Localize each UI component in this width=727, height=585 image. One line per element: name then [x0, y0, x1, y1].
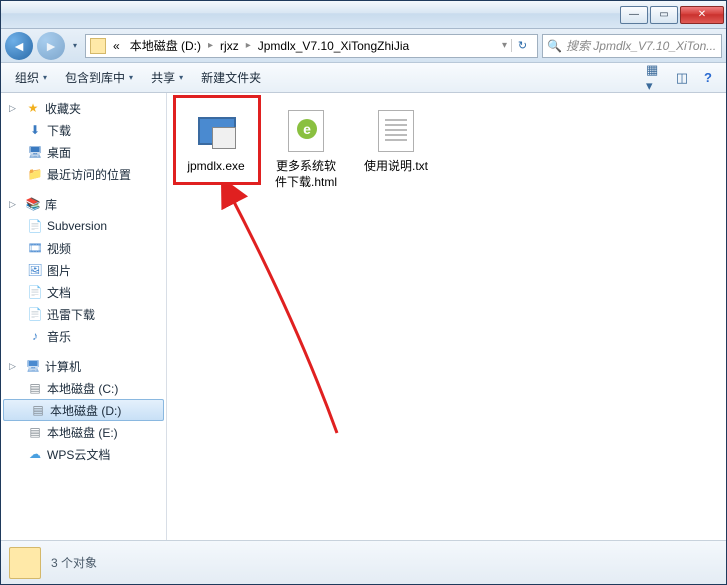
breadcrumb-seg-3[interactable]: Jpmdlx_V7.10_XiTongZhiJia — [255, 37, 412, 55]
breadcrumb-seg-1[interactable]: 本地磁盘 (D:) — [127, 35, 204, 56]
sidebar-item-favorites[interactable]: ▷★收藏夹 — [1, 97, 166, 119]
forward-button[interactable]: ► — [37, 32, 65, 60]
annotation-arrow — [207, 183, 367, 443]
file-name: 更多系统软件下载.html — [271, 159, 341, 190]
sidebar: ▷★收藏夹 ⬇下载 🖥桌面 📁最近访问的位置 ▷📚库 📄Subversion 🎞… — [1, 93, 167, 540]
preview-pane-button[interactable]: ◫ — [672, 68, 692, 88]
txt-icon — [372, 107, 420, 155]
file-item-exe[interactable]: jpmdlx.exe — [177, 103, 255, 179]
file-grid: jpmdlx.exe 更多系统软件下载.html 使用说明.txt — [177, 103, 716, 194]
explorer-window: ― ▭ ✕ ◄ ► ▾ « 本地磁盘 (D:) ▸ rjxz ▸ Jpmdlx_… — [0, 0, 727, 585]
sidebar-item-subversion[interactable]: 📄Subversion — [1, 215, 166, 237]
folder-icon — [90, 38, 106, 54]
html-icon — [282, 107, 330, 155]
content-pane[interactable]: jpmdlx.exe 更多系统软件下载.html 使用说明.txt — [167, 93, 726, 540]
include-library-menu[interactable]: 包含到库中 — [59, 67, 139, 88]
breadcrumb-seg-2[interactable]: rjxz — [217, 37, 242, 55]
sidebar-item-music[interactable]: ♪音乐 — [1, 325, 166, 347]
body-area: ▷★收藏夹 ⬇下载 🖥桌面 📁最近访问的位置 ▷📚库 📄Subversion 🎞… — [1, 93, 726, 540]
navbar: ◄ ► ▾ « 本地磁盘 (D:) ▸ rjxz ▸ Jpmdlx_V7.10_… — [1, 29, 726, 63]
sidebar-item-drive-e[interactable]: ▤本地磁盘 (E:) — [1, 421, 166, 443]
close-button[interactable]: ✕ — [680, 6, 724, 24]
file-item-txt[interactable]: 使用说明.txt — [357, 103, 435, 179]
chevron-right-icon: ▸ — [208, 40, 213, 51]
address-dropdown[interactable]: ▾ — [502, 40, 507, 51]
sidebar-item-images[interactable]: 🖼图片 — [1, 259, 166, 281]
sidebar-item-video[interactable]: 🎞视频 — [1, 237, 166, 259]
exe-icon — [192, 107, 240, 155]
folder-icon — [9, 547, 41, 579]
view-options-button[interactable]: ▦ ▾ — [646, 68, 666, 88]
back-button[interactable]: ◄ — [5, 32, 33, 60]
search-placeholder: 搜索 Jpmdlx_V7.10_XiTon... — [566, 37, 716, 54]
search-icon: 🔍 — [547, 39, 562, 53]
file-name: 使用说明.txt — [364, 159, 428, 175]
statusbar: 3 个对象 — [1, 540, 726, 584]
maximize-button[interactable]: ▭ — [650, 6, 678, 24]
address-bar[interactable]: « 本地磁盘 (D:) ▸ rjxz ▸ Jpmdlx_V7.10_XiTong… — [85, 34, 538, 58]
toolbar: 组织 包含到库中 共享 新建文件夹 ▦ ▾ ◫ ? — [1, 63, 726, 93]
sidebar-item-downloads[interactable]: ⬇下载 — [1, 119, 166, 141]
help-button[interactable]: ? — [698, 68, 718, 88]
sidebar-item-wps[interactable]: ☁WPS云文档 — [1, 443, 166, 465]
share-menu[interactable]: 共享 — [145, 67, 189, 88]
refresh-button[interactable]: ↻ — [511, 39, 533, 52]
sidebar-item-library[interactable]: ▷📚库 — [1, 193, 166, 215]
search-input[interactable]: 🔍 搜索 Jpmdlx_V7.10_XiTon... — [542, 34, 722, 58]
sidebar-item-docs[interactable]: 📄文档 — [1, 281, 166, 303]
sidebar-item-computer[interactable]: ▷🖥计算机 — [1, 355, 166, 377]
sidebar-item-drive-d[interactable]: ▤本地磁盘 (D:) — [3, 399, 164, 421]
sidebar-item-drive-c[interactable]: ▤本地磁盘 (C:) — [1, 377, 166, 399]
file-item-html[interactable]: 更多系统软件下载.html — [267, 103, 345, 194]
minimize-button[interactable]: ― — [620, 6, 648, 24]
file-name: jpmdlx.exe — [187, 159, 244, 175]
status-item-count: 3 个对象 — [51, 554, 97, 571]
chevron-right-icon: ▸ — [246, 40, 251, 51]
sidebar-item-xunlei[interactable]: 📄迅雷下载 — [1, 303, 166, 325]
new-folder-button[interactable]: 新建文件夹 — [195, 67, 267, 88]
titlebar: ― ▭ ✕ — [1, 1, 726, 29]
window-buttons: ― ▭ ✕ — [620, 6, 724, 24]
sidebar-item-recent[interactable]: 📁最近访问的位置 — [1, 163, 166, 185]
organize-menu[interactable]: 组织 — [9, 67, 53, 88]
breadcrumb-prefix[interactable]: « — [110, 37, 123, 55]
sidebar-item-desktop[interactable]: 🖥桌面 — [1, 141, 166, 163]
history-dropdown[interactable]: ▾ — [69, 36, 81, 56]
